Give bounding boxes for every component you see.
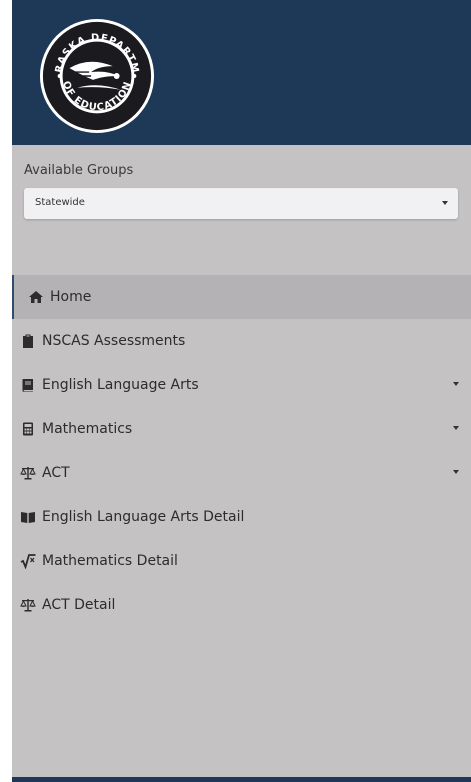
nav-item-home[interactable]: Home	[12, 275, 471, 319]
footer-bar	[12, 777, 471, 782]
open-book-icon	[20, 509, 36, 525]
home-icon	[28, 289, 44, 305]
nav-item-act[interactable]: ACT	[12, 451, 471, 495]
caret-down-icon[interactable]	[453, 426, 459, 430]
sidebar-frame: NEBRASKA DEPARTMENT OF EDUCATION Availab…	[12, 0, 471, 782]
caret-down-icon[interactable]	[453, 470, 459, 474]
nebraska-department-of-education-logo[interactable]: NEBRASKA DEPARTMENT OF EDUCATION	[38, 17, 156, 135]
square-root-icon	[20, 553, 36, 569]
nav-item-english-language-arts[interactable]: English Language Arts	[12, 363, 471, 407]
nav-item-nscas-assessments[interactable]: NSCAS Assessments	[12, 319, 471, 363]
caret-down-icon	[442, 201, 448, 205]
nav-item-label: English Language Arts Detail	[42, 509, 245, 525]
nav-item-mathematics-detail[interactable]: Mathematics Detail	[12, 539, 471, 583]
nav-item-label: English Language Arts	[42, 377, 199, 393]
group-select[interactable]: Statewide	[24, 188, 458, 219]
nav-item-english-language-arts-detail[interactable]: English Language Arts Detail	[12, 495, 471, 539]
nav-item-label: Mathematics Detail	[42, 553, 178, 569]
nav-item-label: NSCAS Assessments	[42, 333, 186, 349]
book-icon	[20, 377, 36, 393]
nav-item-mathematics[interactable]: Mathematics	[12, 407, 471, 451]
scale-icon	[20, 597, 36, 613]
scale-icon	[20, 465, 36, 481]
caret-down-icon[interactable]	[453, 382, 459, 386]
header: NEBRASKA DEPARTMENT OF EDUCATION	[12, 0, 471, 145]
available-groups-label: Available Groups	[24, 163, 134, 178]
available-groups: Available Groups Statewide	[24, 163, 458, 219]
nav-item-act-detail[interactable]: ACT Detail	[12, 583, 471, 627]
nav-item-label: ACT Detail	[42, 597, 116, 613]
sidebar-nav: Home NSCAS Assessments English Language …	[12, 275, 471, 627]
nav-item-label: Mathematics	[42, 421, 133, 437]
nav-item-label: Home	[50, 289, 92, 305]
group-select-value: Statewide	[35, 197, 85, 208]
calculator-icon	[20, 421, 36, 437]
clipboard-icon	[20, 333, 36, 349]
nav-item-label: ACT	[42, 465, 70, 481]
